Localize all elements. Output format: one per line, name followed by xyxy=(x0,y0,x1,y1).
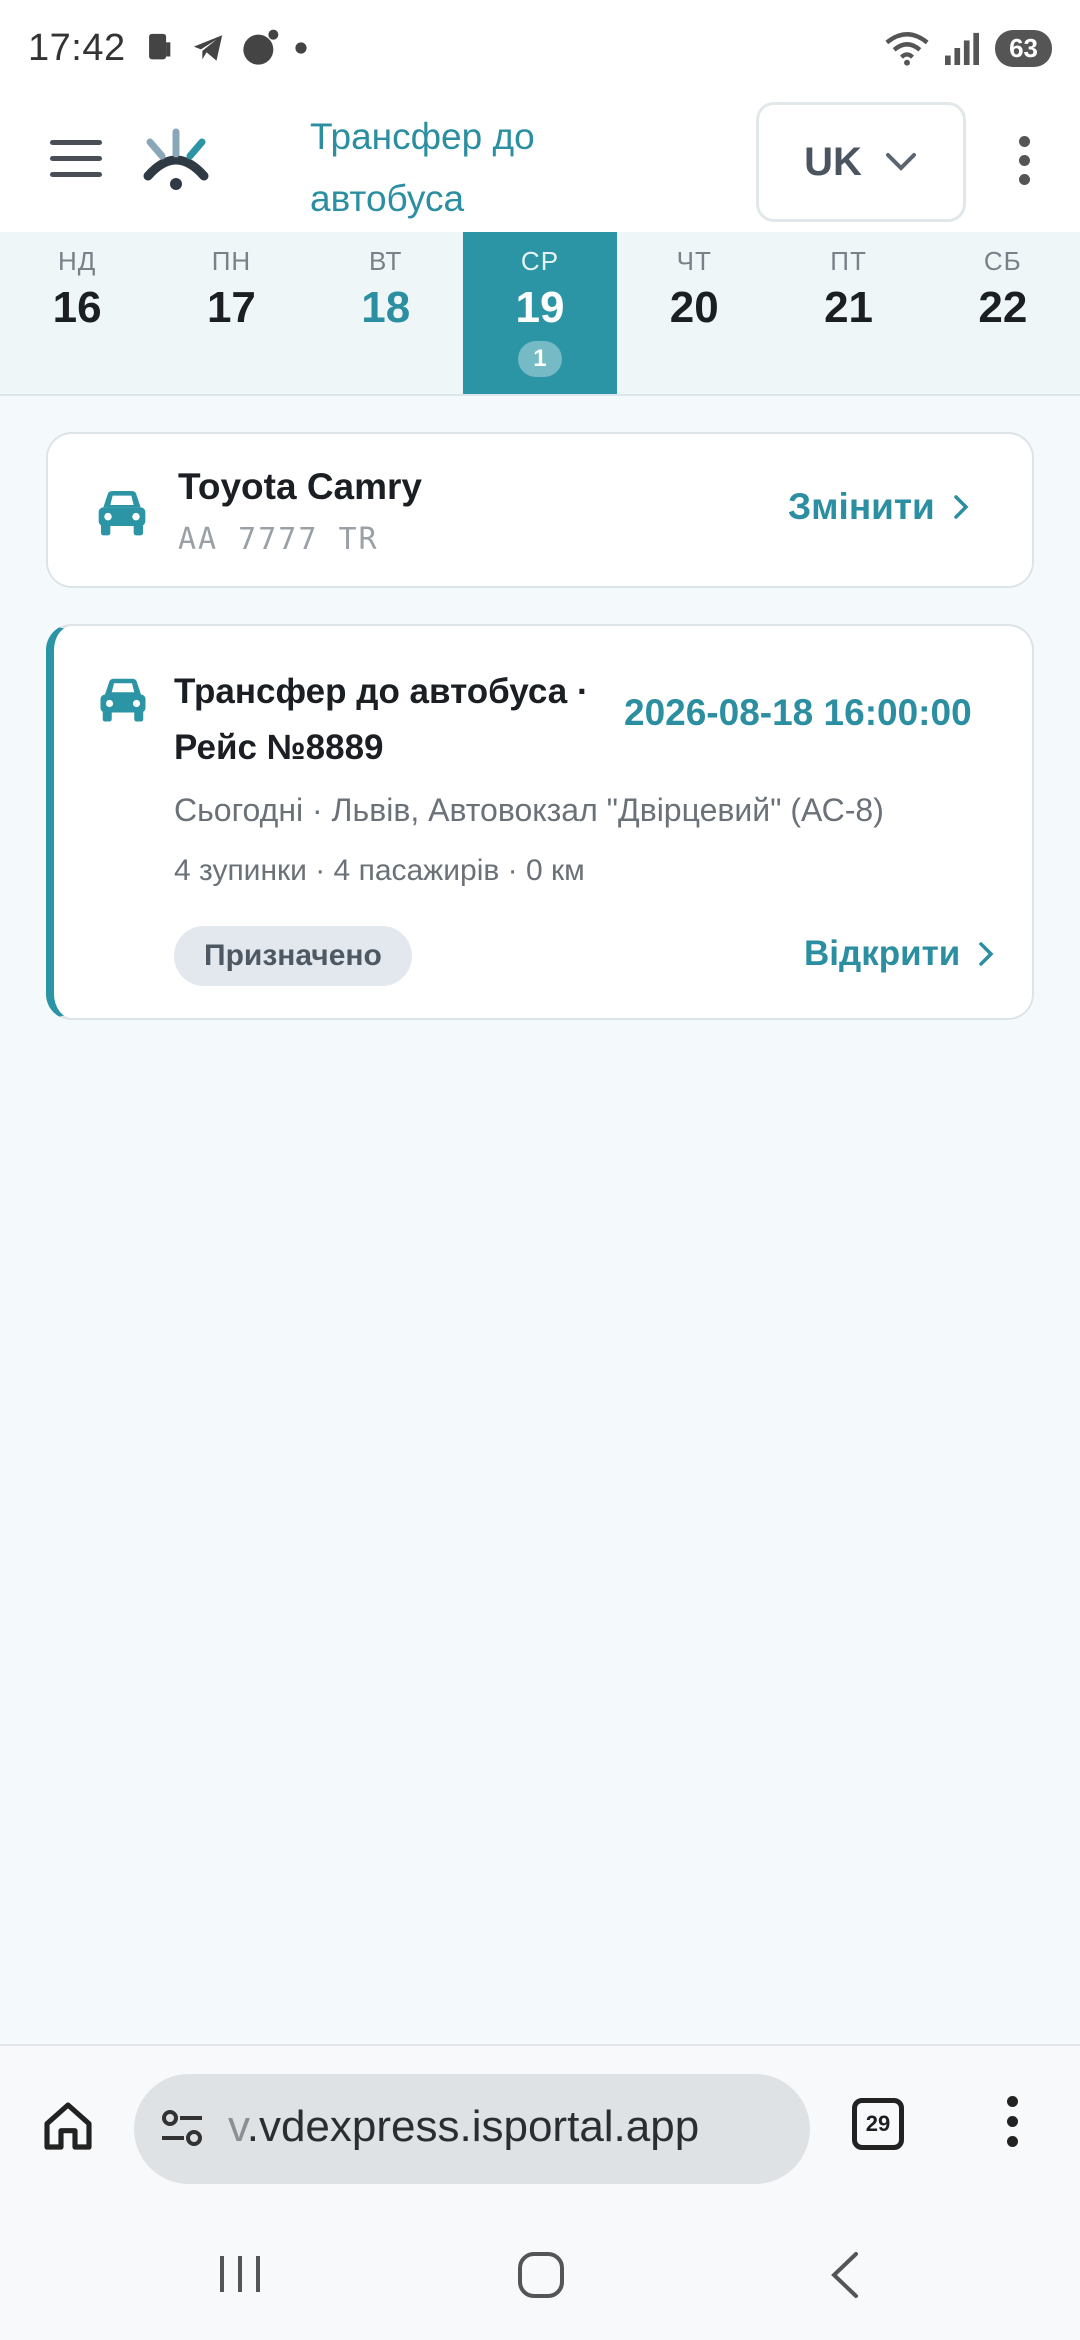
url-domain: .vdexpress.isportal.app xyxy=(246,2102,700,2151)
more-dot xyxy=(1006,2116,1018,2127)
menu-icon-line xyxy=(50,172,102,177)
day-fri[interactable]: ПТ 21 xyxy=(771,232,925,394)
tabs-button[interactable]: 29 xyxy=(852,2098,904,2150)
change-vehicle-button[interactable]: Змінити xyxy=(788,486,969,528)
vehicle-card: Toyota Camry AA 7777 TR Змінити xyxy=(46,432,1034,588)
small-dot-icon xyxy=(294,42,307,54)
vehicle-plate: AA 7777 TR xyxy=(178,522,379,557)
day-of-week: ЧТ xyxy=(676,246,712,276)
day-sun[interactable]: НД 16 xyxy=(0,232,154,394)
browser-menu-icon[interactable] xyxy=(1004,2096,1020,2156)
day-of-week: СБ xyxy=(983,246,1022,276)
more-vert-icon[interactable] xyxy=(1010,136,1038,192)
language-select[interactable]: UK xyxy=(756,102,966,222)
day-number: 16 xyxy=(52,283,102,332)
status-bar: 17:42 63 xyxy=(0,0,1080,96)
day-of-week: ПТ xyxy=(830,246,867,276)
day-tue[interactable]: ВТ 18 xyxy=(309,232,463,394)
menu-icon xyxy=(50,140,102,145)
recents-icon[interactable] xyxy=(216,2252,264,2296)
trip-card[interactable]: Трансфер до автобуса · Рейс №8889 2026-0… xyxy=(46,624,1034,1020)
day-wed[interactable]: СР 19 1 xyxy=(462,232,618,394)
home-icon[interactable] xyxy=(40,2098,96,2154)
trip-count-badge: 1 xyxy=(517,341,562,377)
more-dot xyxy=(1006,2136,1018,2147)
day-of-week: НД xyxy=(57,246,97,276)
menu-icon-line xyxy=(50,156,102,161)
day-number: 18 xyxy=(361,283,411,332)
status-time: 17:42 xyxy=(28,26,126,69)
telegram-icon xyxy=(193,35,222,61)
home-nav-icon[interactable] xyxy=(516,2250,566,2300)
trip-stats: 4 зупинки · 4 пасажирів · 0 км xyxy=(174,854,585,887)
menu-button[interactable] xyxy=(50,140,102,180)
day-mon[interactable]: ПН 17 xyxy=(154,232,308,394)
battery-icon: 63 xyxy=(995,29,1052,67)
wifi-icon xyxy=(885,32,929,66)
car-icon xyxy=(98,491,146,536)
language-value: UK xyxy=(804,139,862,184)
chevron-right-icon xyxy=(954,495,969,519)
day-of-week: ПН xyxy=(211,246,252,276)
app-logo xyxy=(143,128,209,190)
day-number: 20 xyxy=(669,283,719,332)
day-number: 22 xyxy=(978,283,1028,332)
trip-datetime: 2026-08-18 16:00:00 xyxy=(624,692,972,733)
back-icon[interactable] xyxy=(826,2250,862,2300)
chevron-right-icon xyxy=(979,942,994,966)
url-text: v.vdexpress.isportal.app xyxy=(228,2102,699,2152)
day-of-week: СР xyxy=(520,246,560,276)
day-number: 21 xyxy=(824,283,874,332)
status-badge: Призначено xyxy=(174,926,412,986)
more-dot xyxy=(1018,155,1030,166)
tab-count: 29 xyxy=(865,2111,891,2136)
week-strip: НД 16 ПН 17 ВТ 18 СР 19 1 ЧТ 20 ПТ 21 СБ… xyxy=(0,232,1080,396)
more-dot xyxy=(1018,136,1030,147)
app-header: Трансфер до автобуса UK xyxy=(0,96,1080,232)
day-number: 17 xyxy=(206,283,256,332)
day-sat[interactable]: СБ 22 xyxy=(926,232,1080,394)
day-thu[interactable]: ЧТ 20 xyxy=(617,232,771,394)
change-vehicle-label: Змінити xyxy=(788,486,935,527)
url-bar[interactable]: v.vdexpress.isportal.app xyxy=(134,2074,810,2184)
system-nav-bar xyxy=(0,2208,1080,2340)
trip-route: Сьогодні · Львів, Автовокзал "Двірцевий"… xyxy=(174,792,884,828)
open-trip-button[interactable]: Відкрити xyxy=(804,934,994,974)
screen: 17:42 63 Трансфер до автобуса UK НД 16 П… xyxy=(0,0,1080,2340)
chevron-down-icon xyxy=(885,153,916,171)
car-icon xyxy=(100,678,146,722)
signal-icon xyxy=(945,32,980,65)
browser-toolbar: v.vdexpress.isportal.app 29 xyxy=(0,2044,1080,2208)
site-settings-icon xyxy=(162,2110,202,2146)
vehicle-name: Toyota Camry xyxy=(178,466,422,507)
more-dot xyxy=(1018,174,1030,185)
system-icons: 63 xyxy=(885,29,1052,67)
open-trip-label: Відкрити xyxy=(804,934,961,973)
trip-title: Трансфер до автобуса · Рейс №8889 xyxy=(174,672,589,767)
day-of-week: ВТ xyxy=(368,246,403,276)
more-dot xyxy=(1006,2096,1018,2107)
phone-icon xyxy=(148,33,170,60)
day-number: 19 xyxy=(515,283,565,332)
url-prefix: v xyxy=(228,2102,247,2151)
notification-icons xyxy=(142,28,308,68)
page-title: Трансфер до автобуса xyxy=(310,116,535,219)
dot-icon xyxy=(242,29,278,65)
